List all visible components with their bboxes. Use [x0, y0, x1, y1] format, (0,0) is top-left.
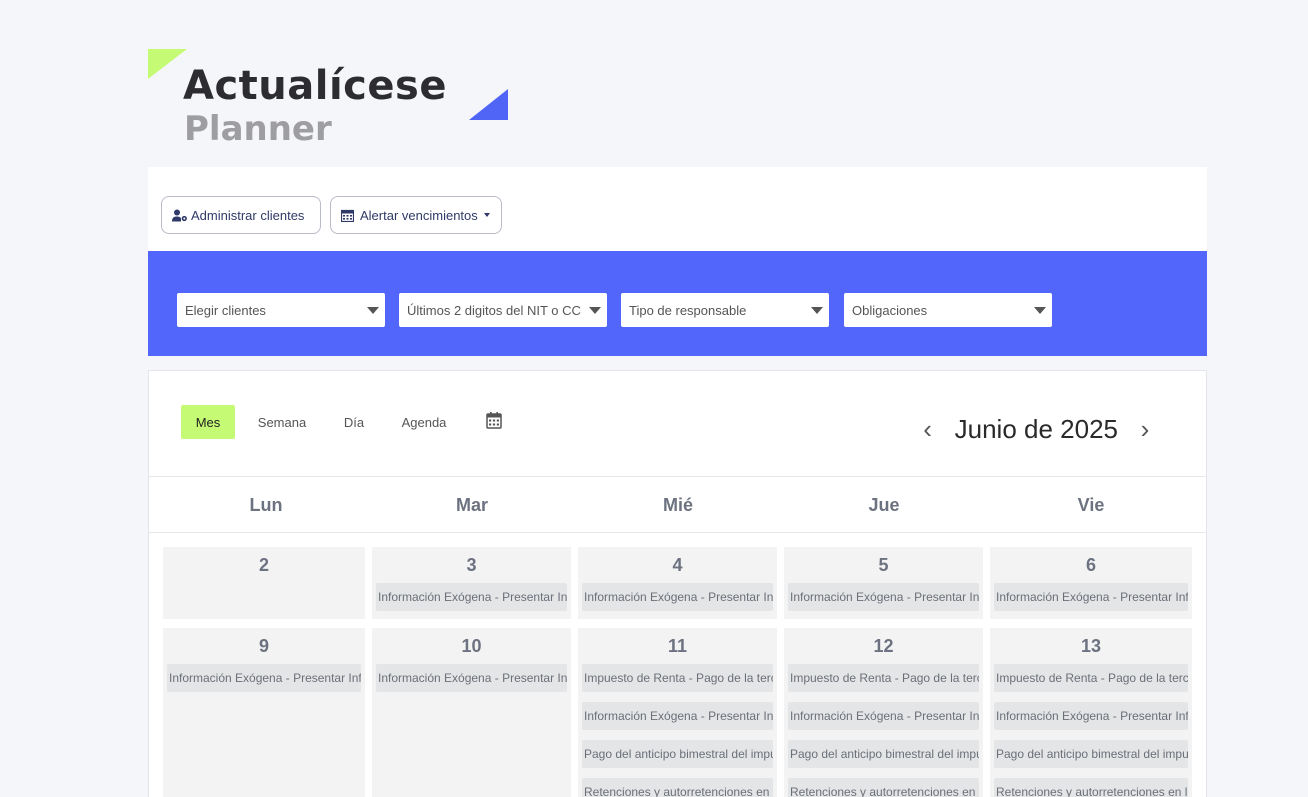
- calendar-event[interactable]: Información Exógena - Presentar Informac…: [788, 583, 979, 611]
- logo-blue-triangle: [469, 89, 508, 120]
- day-number: 2: [258, 555, 269, 575]
- logo-brand-text: Actualícese: [183, 63, 447, 109]
- responsible-type-select-text: Tipo de responsable: [629, 302, 747, 318]
- manage-clients-button[interactable]: Administrar clientes: [161, 196, 321, 234]
- planner-page: Actualícese Planner Administrar clientes: [0, 0, 1308, 797]
- calendar-event[interactable]: Pago del anticipo bimestral del impuesto: [582, 740, 773, 768]
- chevron-down-icon: [1034, 307, 1046, 314]
- weekday-label: Mar: [455, 495, 488, 515]
- day-cell[interactable]: 5 Información Exógena - Presentar Informa…: [784, 547, 983, 619]
- day-number: 9: [258, 636, 269, 656]
- weekday-label: Mié: [662, 495, 693, 515]
- day-cell[interactable]: 6 Información Exógena - Presentar Informa…: [990, 547, 1192, 619]
- calendar-event[interactable]: Pago del anticipo bimestral del impuesto: [788, 740, 979, 768]
- month-navigation: ‹ Junio de 2025 ›: [917, 409, 1156, 449]
- day-cell[interactable]: 4 Información Exógena - Presentar Informa…: [578, 547, 777, 619]
- chevron-down-icon: [367, 307, 379, 314]
- chevron-down-icon: [811, 307, 823, 314]
- caret-down-icon: [483, 213, 490, 217]
- date-picker-button[interactable]: [469, 405, 519, 439]
- calendar-event[interactable]: Información Exógena - Presentar Informac…: [376, 583, 567, 611]
- weekday-label: Lun: [249, 495, 283, 515]
- day-cell[interactable]: 11 Impuesto de Renta - Pago de la tercera…: [578, 628, 777, 797]
- calendar-icon: [486, 412, 502, 432]
- calendar-event[interactable]: Retenciones y autorretenciones en la fue…: [788, 778, 979, 797]
- calendar-event[interactable]: Pago del anticipo bimestral del impuesto: [994, 740, 1188, 768]
- day-number: 6: [1085, 555, 1096, 575]
- day-number: 11: [667, 636, 688, 656]
- logo-product-text: Planner: [184, 109, 332, 149]
- calendar-event[interactable]: Impuesto de Renta - Pago de la tercera c…: [994, 664, 1188, 692]
- view-day-button[interactable]: Día: [329, 405, 379, 439]
- view-switcher: Mes Semana Día Agenda: [181, 405, 519, 439]
- calendar-event[interactable]: Información Exógena - Presentar Informac…: [994, 583, 1188, 611]
- day-cell[interactable]: 12 Impuesto de Renta - Pago de la tercera…: [784, 628, 983, 797]
- alert-expirations-label: Alertar vencimientos: [360, 207, 478, 223]
- calendar-event[interactable]: Retenciones y autorretenciones en la fue…: [994, 778, 1188, 797]
- next-month-button[interactable]: ›: [1134, 416, 1156, 442]
- calendar-event[interactable]: Información Exógena - Presentar Informac…: [582, 583, 773, 611]
- day-number: 4: [672, 555, 683, 575]
- obligations-select-text: Obligaciones: [852, 302, 928, 318]
- calendar-event[interactable]: Información Exógena - Presentar Informac…: [788, 702, 979, 730]
- calendar-event[interactable]: Información Exógena - Presentar Informac…: [582, 702, 773, 730]
- day-number: 5: [878, 555, 889, 575]
- toolbar: Administrar clientes Alertar vencimiento…: [148, 167, 1207, 251]
- day-cell[interactable]: 9 Información Exógena - Presentar Informa…: [163, 628, 365, 797]
- calendar: Mes Semana Día Agenda ‹ Junio de 2025 › …: [148, 370, 1207, 797]
- day-cell[interactable]: 13 Impuesto de Renta - Pago de la tercera…: [990, 628, 1192, 797]
- logo: Actualícese Planner: [148, 48, 510, 152]
- prev-month-button[interactable]: ‹: [917, 416, 939, 442]
- clients-select-text: Elegir clientes: [185, 302, 266, 318]
- weekday-label: Vie: [1077, 495, 1105, 515]
- day-number: 10: [461, 636, 482, 656]
- calendar-event[interactable]: Información Exógena - Presentar Informac…: [994, 702, 1188, 730]
- nit-select-text: Últimos 2 digitos del NIT o CC: [407, 302, 581, 318]
- calendar-event[interactable]: Retenciones y autorretenciones en la fue…: [582, 778, 773, 797]
- view-month-button[interactable]: Mes: [181, 405, 235, 439]
- alert-expirations-dropdown[interactable]: Alertar vencimientos: [330, 196, 502, 234]
- calendar-event[interactable]: Información Exógena - Presentar Informac…: [167, 664, 361, 692]
- day-number: 13: [1080, 636, 1102, 656]
- month-title: Junio de 2025: [954, 413, 1118, 444]
- calendar-icon: [340, 209, 356, 222]
- calendar-event[interactable]: Impuesto de Renta - Pago de la tercera c…: [582, 664, 773, 692]
- view-agenda-button[interactable]: Agenda: [379, 405, 469, 439]
- day-cell[interactable]: 10 Información Exógena - Presentar Inform…: [372, 628, 571, 797]
- day-number: 12: [873, 636, 894, 656]
- chevron-down-icon: [589, 307, 601, 314]
- day-cell[interactable]: 3 Información Exógena - Presentar Informa…: [372, 547, 571, 619]
- nit-select[interactable]: Últimos 2 digitos del NIT o CC: [399, 293, 607, 327]
- responsible-type-select[interactable]: Tipo de responsable: [621, 293, 829, 327]
- filter-bar: Elegir clientes Últimos 2 digitos del NI…: [148, 251, 1207, 356]
- weekday-label: Jue: [868, 495, 900, 515]
- user-gear-icon: [172, 209, 187, 222]
- view-week-button[interactable]: Semana: [235, 405, 329, 439]
- logo-green-triangle: [148, 49, 187, 79]
- calendar-event[interactable]: Impuesto de Renta - Pago de la tercera c…: [788, 664, 979, 692]
- day-cell[interactable]: 2: [163, 547, 365, 619]
- obligations-select[interactable]: Obligaciones: [844, 293, 1052, 327]
- clients-select[interactable]: Elegir clientes: [177, 293, 385, 327]
- day-number: 3: [466, 555, 477, 575]
- calendar-event[interactable]: Información Exógena - Presentar Informac…: [376, 664, 567, 692]
- weekday-header: Lun Mar Mié Jue Vie: [149, 476, 1206, 533]
- manage-clients-label: Administrar clientes: [191, 207, 305, 223]
